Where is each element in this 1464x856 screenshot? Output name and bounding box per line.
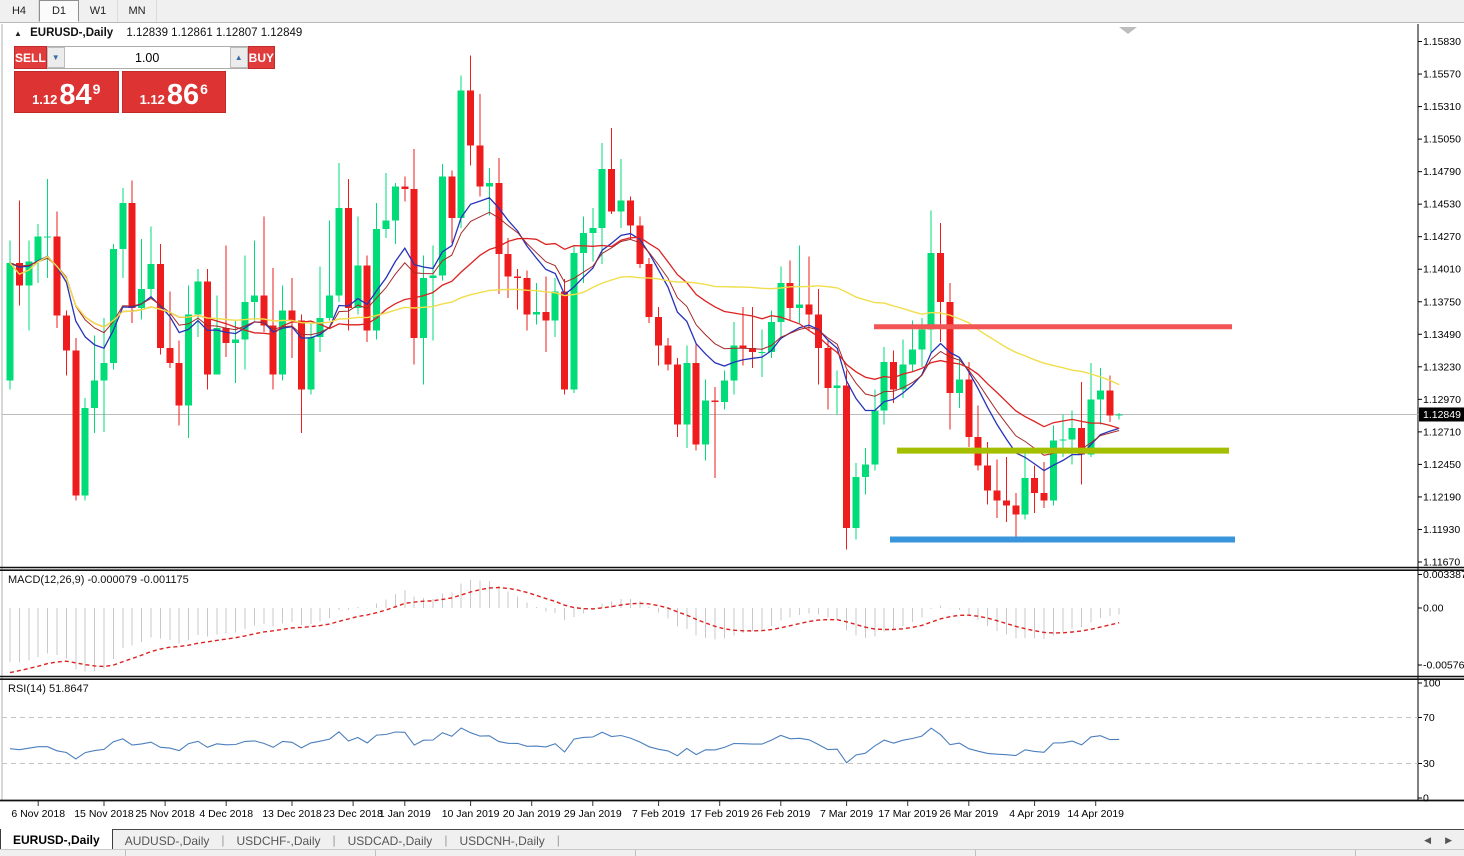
rsi-label: RSI(14) 51.8647 (8, 683, 89, 695)
svg-text:4 Dec 2018: 4 Dec 2018 (199, 808, 253, 820)
svg-text:1.12849: 1.12849 (1423, 409, 1461, 421)
svg-text:29 Jan 2019: 29 Jan 2019 (564, 808, 622, 820)
svg-text:70: 70 (1423, 712, 1435, 724)
tab-usdchf[interactable]: USDCHF-,Daily (225, 830, 333, 850)
sell-price-box[interactable]: 1.12 84 9 (14, 71, 119, 113)
svg-text:100: 100 (1423, 678, 1441, 690)
svg-text:14 Apr 2019: 14 Apr 2019 (1067, 808, 1124, 820)
tab-usdcnh[interactable]: USDCNH-,Daily (447, 830, 556, 850)
svg-text:15 Nov 2018: 15 Nov 2018 (74, 808, 134, 820)
buy-price-box[interactable]: 1.12 86 6 (122, 71, 227, 113)
macd-label: MACD(12,26,9) -0.000079 -0.001175 (8, 574, 189, 586)
svg-text:1.13230: 1.13230 (1423, 361, 1461, 373)
status-strip-separator (975, 850, 976, 856)
sell-button[interactable]: SELL (14, 46, 47, 69)
svg-text:6 Nov 2018: 6 Nov 2018 (11, 808, 65, 820)
chart-title: ▲ EURUSD-,Daily 1.12839 1.12861 1.12807 … (14, 27, 302, 39)
one-click-trade-panel: SELL ▼ ▲ BUY 1.12 84 9 1.12 86 6 (14, 46, 226, 113)
svg-text:7 Mar 2019: 7 Mar 2019 (820, 808, 873, 820)
svg-text:1.15830: 1.15830 (1423, 36, 1461, 48)
chart-ohlc-values: 1.12839 1.12861 1.12807 1.12849 (126, 27, 302, 39)
tab-scroll-left-icon[interactable]: ◀ (1424, 835, 1431, 846)
svg-text:1.13750: 1.13750 (1423, 296, 1461, 308)
svg-text:1.15310: 1.15310 (1423, 101, 1461, 113)
timeframe-button-h4[interactable]: H4 (0, 0, 39, 22)
svg-text:1.12970: 1.12970 (1423, 394, 1461, 406)
tab-audusd[interactable]: AUDUSD-,Daily (113, 830, 222, 850)
sell-price-prefix: 1.12 (32, 92, 57, 107)
volume-increase-button[interactable]: ▲ (230, 47, 248, 68)
svg-text:17 Feb 2019: 17 Feb 2019 (690, 808, 749, 820)
tab-separator: | (557, 830, 560, 850)
svg-text:0.003387: 0.003387 (1423, 569, 1464, 581)
chart-area[interactable]: 1.15830 1.15570 1.15310 1.15050 1.14790 1.145… (0, 0, 1464, 855)
timeframe-button-w1[interactable]: W1 (79, 0, 118, 22)
chart-symbol-label: EURUSD-,Daily (30, 27, 113, 39)
svg-text:10 Jan 2019: 10 Jan 2019 (442, 808, 500, 820)
trade-panel-collapse-icon[interactable]: ▲ (14, 29, 22, 38)
svg-text:0.00: 0.00 (1423, 603, 1444, 615)
svg-text:4 Apr 2019: 4 Apr 2019 (1009, 808, 1060, 820)
svg-text:1.14010: 1.14010 (1423, 264, 1461, 276)
svg-text:1 Jan 2019: 1 Jan 2019 (379, 808, 431, 820)
status-strip-separator (635, 850, 636, 856)
tab-eurusd[interactable]: EURUSD-,Daily (0, 829, 113, 850)
svg-text:1.11930: 1.11930 (1423, 524, 1460, 536)
volume-input[interactable] (65, 47, 230, 68)
status-strip-separator (1355, 850, 1356, 856)
buy-button[interactable]: BUY (248, 46, 275, 69)
tab-scroll-right-icon[interactable]: ▶ (1445, 835, 1452, 846)
status-strip-separator (125, 850, 126, 856)
timeframe-button-mn[interactable]: MN (118, 0, 157, 22)
buy-price-prefix: 1.12 (140, 92, 165, 107)
svg-text:20 Jan 2019: 20 Jan 2019 (503, 808, 561, 820)
svg-text:1.11670: 1.11670 (1423, 556, 1460, 568)
svg-text:0: 0 (1423, 793, 1429, 805)
scroll-to-end-marker[interactable] (1119, 27, 1137, 34)
symbol-tab-bar: EURUSD-,DailyAUDUSD-,Daily | USDCHF-,Daily… (0, 829, 1464, 850)
svg-text:1.13490: 1.13490 (1423, 329, 1461, 341)
volume-decrease-button[interactable]: ▼ (47, 47, 65, 68)
svg-text:1.12450: 1.12450 (1423, 459, 1461, 471)
svg-text:1.14530: 1.14530 (1423, 199, 1461, 211)
timeframe-button-d1[interactable]: D1 (39, 0, 79, 22)
svg-text:17 Mar 2019: 17 Mar 2019 (878, 808, 937, 820)
svg-text:26 Feb 2019: 26 Feb 2019 (751, 808, 810, 820)
svg-text:1.12190: 1.12190 (1423, 491, 1461, 503)
sell-price-pip: 9 (93, 81, 101, 97)
timeframe-toolbar: H4D1W1MN (0, 0, 1464, 23)
svg-text:30: 30 (1423, 758, 1435, 770)
svg-text:13 Dec 2018: 13 Dec 2018 (262, 808, 322, 820)
svg-text:1.14270: 1.14270 (1423, 231, 1461, 243)
svg-text:26 Mar 2019: 26 Mar 2019 (939, 808, 998, 820)
svg-text:1.15570: 1.15570 (1423, 69, 1461, 81)
sell-price-main: 84 (59, 82, 91, 110)
buy-price-pip: 6 (200, 81, 208, 97)
svg-text:23 Dec 2018: 23 Dec 2018 (323, 808, 383, 820)
status-strip-separator (375, 850, 376, 856)
tab-usdcad[interactable]: USDCAD-,Daily (336, 830, 445, 850)
svg-text:1.15050: 1.15050 (1423, 134, 1461, 146)
svg-text:1.12710: 1.12710 (1423, 426, 1461, 438)
svg-text:7 Feb 2019: 7 Feb 2019 (632, 808, 685, 820)
svg-text:1.14790: 1.14790 (1423, 166, 1461, 178)
buy-price-main: 86 (167, 82, 199, 110)
svg-text:25 Nov 2018: 25 Nov 2018 (135, 808, 195, 820)
volume-spinner: ▼ ▲ (47, 46, 248, 69)
svg-text:-0.00576: -0.00576 (1423, 660, 1464, 672)
